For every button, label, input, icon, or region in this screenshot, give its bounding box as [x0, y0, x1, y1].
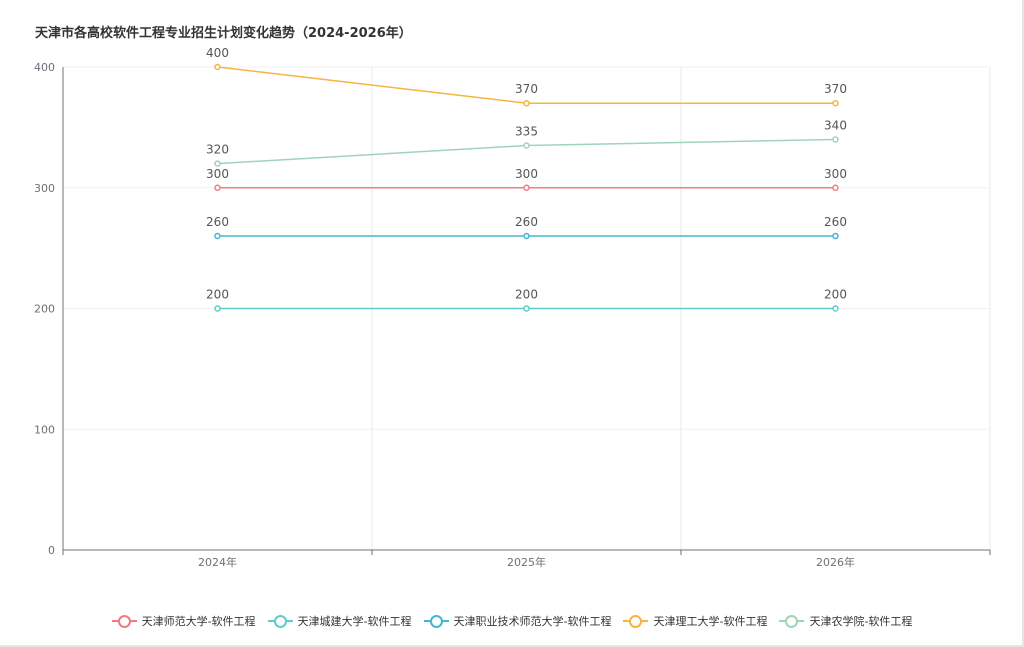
data-label: 400: [206, 46, 229, 60]
data-point: [214, 232, 221, 240]
data-point: [832, 232, 839, 240]
y-tick-label: 200: [34, 303, 55, 316]
data-label: 260: [824, 215, 847, 229]
legend-item[interactable]: 天津城建大学-软件工程: [267, 613, 412, 629]
legend-marker-icon: [111, 614, 137, 628]
legend-item[interactable]: 天津农学院-软件工程: [779, 613, 912, 629]
y-tick-label: 400: [34, 61, 55, 74]
data-point: [523, 99, 530, 107]
data-point: [214, 305, 221, 312]
data-label: 370: [515, 82, 538, 96]
data-label: 260: [206, 215, 229, 229]
data-label: 200: [515, 288, 538, 302]
chart-legend: 天津师范大学-软件工程 天津城建大学-软件工程 天津职业技术师范大学-软件工程 天津理…: [0, 611, 1024, 631]
legend-marker-icon: [267, 614, 293, 628]
data-label: 200: [206, 288, 229, 302]
y-tick-label: 100: [34, 423, 55, 436]
data-label: 300: [515, 167, 538, 181]
legend-marker-icon: [779, 614, 805, 628]
legend-item[interactable]: 天津职业技术师范大学-软件工程: [423, 613, 612, 629]
legend-label: 天津师范大学-软件工程: [141, 615, 256, 628]
data-point: [523, 142, 530, 149]
data-label: 300: [206, 167, 229, 181]
data-point: [214, 160, 221, 167]
legend-item[interactable]: 天津理工大学-软件工程: [623, 613, 767, 629]
legend-label: 天津农学院-软件工程: [809, 615, 913, 628]
x-tick-label: 2025年: [507, 555, 546, 569]
legend-marker-icon: [423, 614, 449, 628]
data-label: 260: [515, 215, 538, 229]
data-label: 300: [824, 167, 847, 181]
data-point: [832, 99, 839, 107]
data-point: [832, 136, 839, 143]
data-point: [214, 63, 221, 71]
line-chart: 0 100 200 300 400 2024年 2025年 2026年 300 300 300 200…: [34, 46, 991, 569]
legend-label: 天津理工大学-软件工程: [653, 615, 768, 628]
data-label: 370: [824, 82, 847, 96]
y-tick-label: 300: [34, 182, 55, 195]
data-point: [523, 184, 530, 191]
data-point: [832, 305, 839, 312]
data-label: 340: [824, 118, 847, 132]
data-point: [523, 305, 530, 312]
legend-marker-icon: [623, 614, 649, 628]
data-point: [832, 184, 839, 191]
legend-label: 天津职业技术师范大学-软件工程: [453, 615, 612, 628]
legend-item[interactable]: 天津师范大学-软件工程: [111, 613, 256, 629]
y-tick-label: 0: [48, 544, 55, 557]
data-label: 320: [206, 143, 229, 157]
x-tick-label: 2024年: [198, 555, 237, 569]
x-tick-label: 2026年: [816, 555, 855, 569]
data-point: [214, 184, 221, 191]
data-point: [523, 232, 530, 240]
legend-label: 天津城建大学-软件工程: [297, 615, 412, 628]
data-label: 200: [824, 288, 847, 302]
data-label: 335: [515, 124, 538, 138]
